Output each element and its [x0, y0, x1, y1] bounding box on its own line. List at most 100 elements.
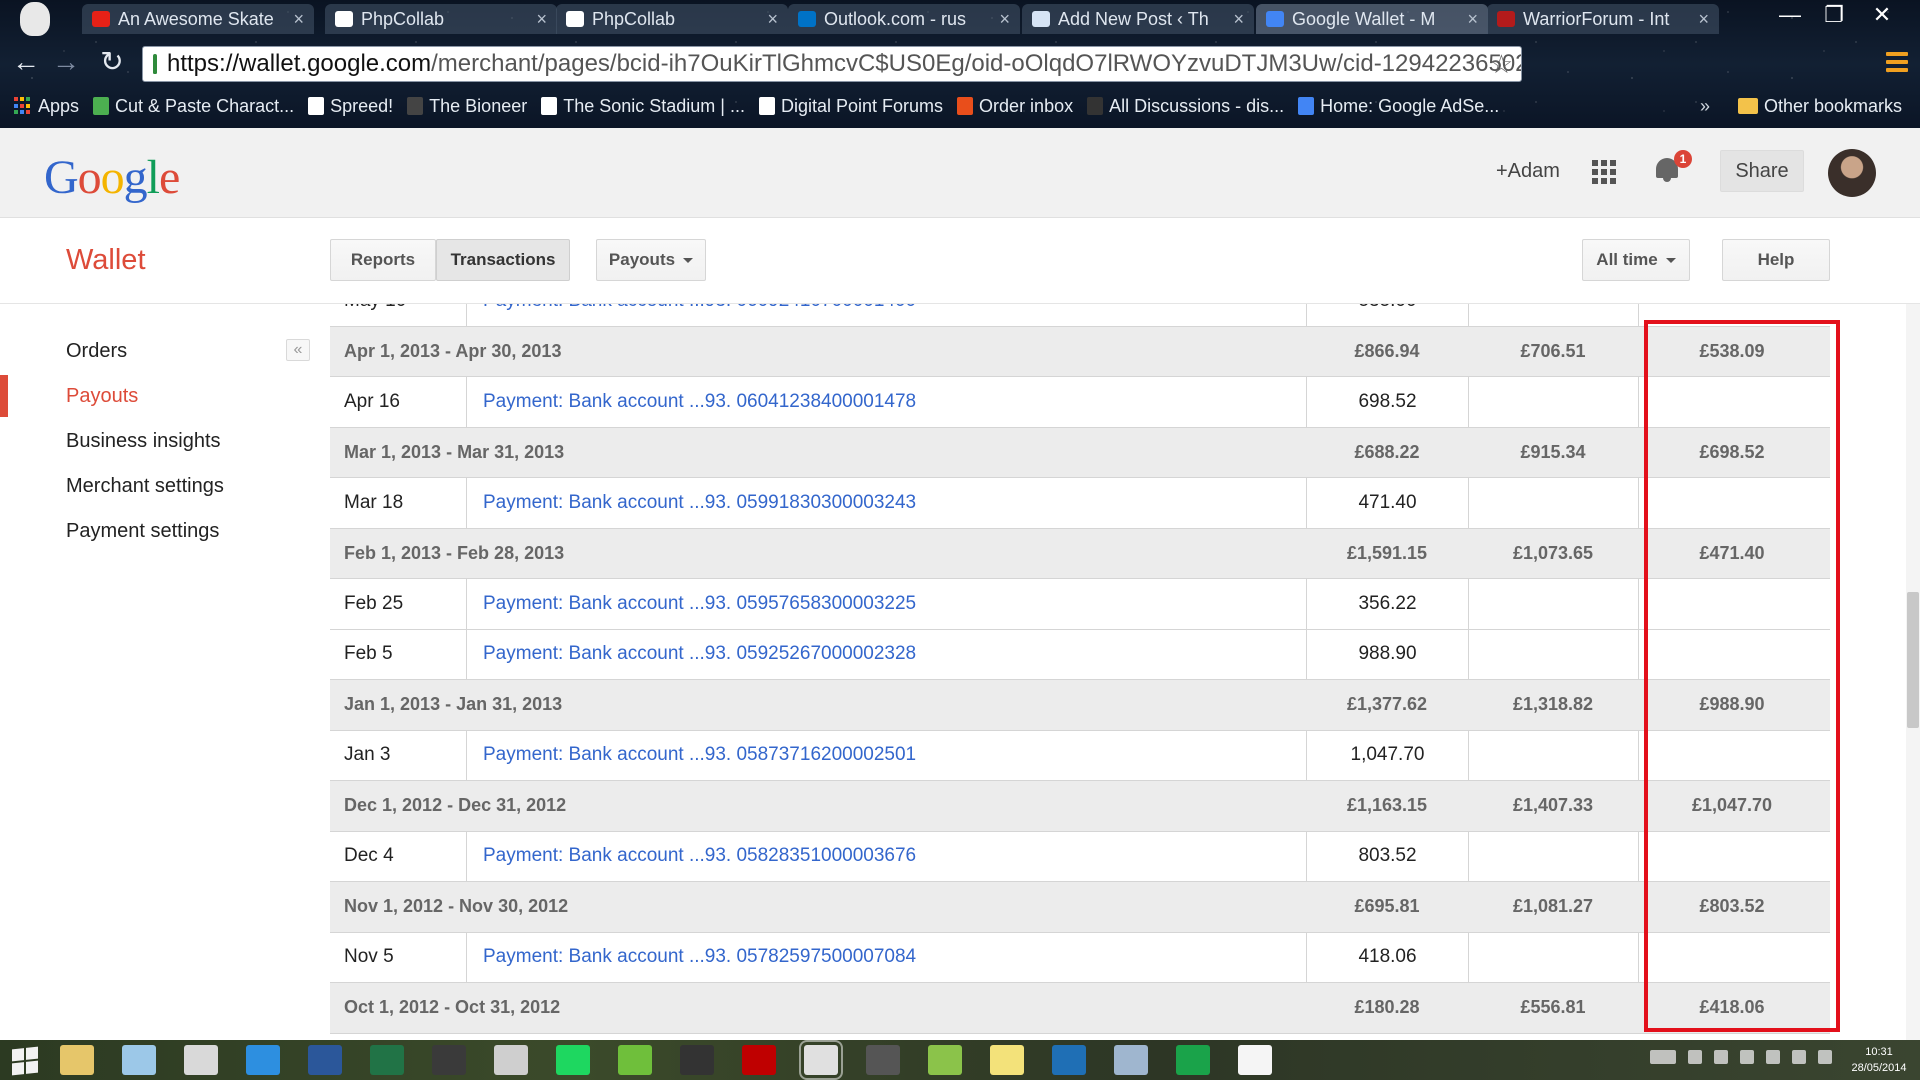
- keyboard-icon[interactable]: [1650, 1050, 1676, 1064]
- b4a-icon[interactable]: [1052, 1045, 1086, 1075]
- bluetooth-icon[interactable]: [1818, 1050, 1832, 1064]
- sidebar-item-orders[interactable]: Orders: [66, 340, 127, 363]
- collapse-sidebar-icon[interactable]: «: [286, 339, 310, 361]
- tray-expand-icon[interactable]: [1688, 1050, 1702, 1064]
- payout-amount: 988.90: [1306, 629, 1468, 679]
- scrollbar-thumb[interactable]: [1907, 592, 1919, 728]
- notification-count-badge[interactable]: 1: [1674, 150, 1692, 168]
- payout-amount: 698.52: [1306, 377, 1468, 427]
- tab-reports[interactable]: Reports: [330, 239, 436, 281]
- bookmark-item[interactable]: Home: Google AdSe...: [1298, 96, 1499, 117]
- browser-toolbar: ← → ↻ https://wallet.google.com/merchant…: [0, 40, 1920, 86]
- flag-icon[interactable]: [1714, 1050, 1728, 1064]
- restore-icon[interactable]: ❐: [1816, 2, 1852, 28]
- browser-tab[interactable]: PhpCollab ×: [325, 4, 557, 34]
- battery-icon[interactable]: [1740, 1050, 1754, 1064]
- close-tab-icon[interactable]: ×: [1233, 9, 1244, 30]
- close-tab-icon[interactable]: ×: [536, 9, 547, 30]
- browser-tab[interactable]: PhpCollab ×: [556, 4, 788, 34]
- calculator-icon[interactable]: [1114, 1045, 1148, 1075]
- payout-description-link[interactable]: Payment: Bank account ...93. 06092410700…: [466, 304, 1306, 326]
- close-tab-icon[interactable]: ×: [767, 9, 778, 30]
- reload-icon[interactable]: ↻: [96, 48, 128, 78]
- close-tab-icon[interactable]: ×: [293, 9, 304, 30]
- excel-icon[interactable]: [370, 1045, 404, 1075]
- google-logo[interactable]: Google: [44, 150, 180, 205]
- signal-icon[interactable]: [1766, 1050, 1780, 1064]
- sidebar-item-business-insights[interactable]: Business insights: [66, 430, 221, 453]
- windows-start-icon[interactable]: [12, 1046, 38, 1076]
- payout-description-link[interactable]: Payment: Bank account ...93. 05782597500…: [466, 932, 1306, 982]
- user-profile-link[interactable]: +Adam: [1496, 160, 1560, 183]
- close-tab-icon[interactable]: ×: [999, 9, 1010, 30]
- browser-tab[interactable]: An Awesome Skate ×: [82, 4, 314, 34]
- bookmark-star-icon[interactable]: ☆: [1490, 49, 1513, 80]
- address-bar[interactable]: https://wallet.google.com/merchant/pages…: [142, 46, 1522, 82]
- basic4android-icon[interactable]: [184, 1045, 218, 1075]
- payout-description-link[interactable]: Payment: Bank account ...93. 05925267000…: [466, 629, 1306, 679]
- payout-description-link[interactable]: Payment: Bank account ...93. 05957658300…: [466, 579, 1306, 629]
- payout-description-link[interactable]: Payment: Bank account ...93. 05828351000…: [466, 831, 1306, 881]
- paint-icon[interactable]: [494, 1045, 528, 1075]
- wallet-title[interactable]: Wallet: [66, 244, 146, 277]
- payout-amount: 803.52: [1306, 831, 1468, 881]
- payout-date: Mar 18: [344, 491, 404, 513]
- system-clock[interactable]: 10:31 28/05/2014: [1842, 1044, 1916, 1076]
- bookmark-item[interactable]: The Bioneer: [407, 96, 527, 117]
- time-filter-dropdown[interactable]: All time: [1582, 239, 1690, 281]
- close-window-icon[interactable]: ✕: [1864, 2, 1900, 28]
- chrome-icon[interactable]: [799, 1040, 843, 1080]
- payout-description-link[interactable]: Payment: Bank account ...93. 06041238400…: [466, 377, 1306, 427]
- bookmark-item[interactable]: The Sonic Stadium | ...: [541, 96, 745, 117]
- chrome-menu-icon[interactable]: [1886, 52, 1908, 74]
- share-button[interactable]: Share: [1720, 150, 1804, 192]
- avatar[interactable]: [1828, 149, 1876, 197]
- period-label: Mar 1, 2013 - Mar 31, 2013: [344, 441, 565, 462]
- close-tab-icon[interactable]: ×: [1467, 9, 1478, 30]
- sticky-notes-icon[interactable]: [990, 1045, 1024, 1075]
- browser-tab[interactable]: Google Wallet - M ×: [1256, 4, 1488, 34]
- bookmark-item[interactable]: All Discussions - dis...: [1087, 96, 1284, 117]
- sidebar-item-payouts[interactable]: Payouts: [66, 385, 138, 408]
- store-icon[interactable]: [1176, 1045, 1210, 1075]
- word-icon[interactable]: [308, 1045, 342, 1075]
- sidebar-item-payment-settings[interactable]: Payment settings: [66, 520, 219, 543]
- period-total-2: £1,318.82: [1512, 694, 1594, 715]
- app-creature-icon[interactable]: [866, 1045, 900, 1075]
- bookmark-item[interactable]: Spreed!: [308, 96, 393, 117]
- other-bookmarks[interactable]: Other bookmarks: [1738, 90, 1902, 122]
- minimize-icon[interactable]: —: [1772, 2, 1808, 28]
- utorrent-icon[interactable]: [618, 1045, 652, 1075]
- back-icon[interactable]: ←: [10, 48, 42, 78]
- steam-icon[interactable]: [432, 1045, 466, 1075]
- profile-icon[interactable]: [20, 2, 50, 36]
- browser-tab[interactable]: WarriorForum - Int ×: [1487, 4, 1719, 34]
- payout-description-link[interactable]: Payment: Bank account ...93. 05873716200…: [466, 730, 1306, 780]
- bookmark-item[interactable]: Digital Point Forums: [758, 96, 943, 117]
- payout-description-link[interactable]: Payment: Bank account ...93. 05991830300…: [466, 478, 1306, 528]
- close-tab-icon[interactable]: ×: [1698, 9, 1709, 30]
- notepad-icon[interactable]: [122, 1045, 156, 1075]
- bookmarks-overflow-icon[interactable]: »: [1700, 90, 1710, 122]
- help-button[interactable]: Help: [1722, 239, 1830, 281]
- browser-tab[interactable]: Add New Post ‹ Th ×: [1022, 4, 1254, 34]
- spotify-icon[interactable]: [556, 1045, 590, 1075]
- windows-taskbar: 10:31 28/05/2014: [0, 1040, 1920, 1080]
- tab-transactions[interactable]: Transactions: [436, 239, 570, 281]
- app-dark-icon[interactable]: [680, 1045, 714, 1075]
- forward-icon[interactable]: →: [50, 48, 82, 78]
- payouts-dropdown[interactable]: Payouts: [596, 239, 706, 281]
- sidebar-item-merchant-settings[interactable]: Merchant settings: [66, 475, 224, 498]
- volume-icon[interactable]: [1792, 1050, 1806, 1064]
- internet-explorer-icon[interactable]: [246, 1045, 280, 1075]
- bookmark-item[interactable]: Order inbox: [957, 96, 1073, 117]
- chart-app-icon[interactable]: [928, 1045, 962, 1075]
- file-explorer-icon[interactable]: [60, 1045, 94, 1075]
- filezilla-icon[interactable]: [742, 1045, 776, 1075]
- bookmark-item[interactable]: Apps: [14, 96, 79, 117]
- bookmark-icon: [93, 97, 110, 115]
- browser-tab[interactable]: Outlook.com - rus ×: [788, 4, 1020, 34]
- bookmark-item[interactable]: Cut & Paste Charact...: [93, 96, 294, 117]
- grid-app-icon[interactable]: [1238, 1045, 1272, 1075]
- apps-grid-icon[interactable]: [1592, 160, 1616, 184]
